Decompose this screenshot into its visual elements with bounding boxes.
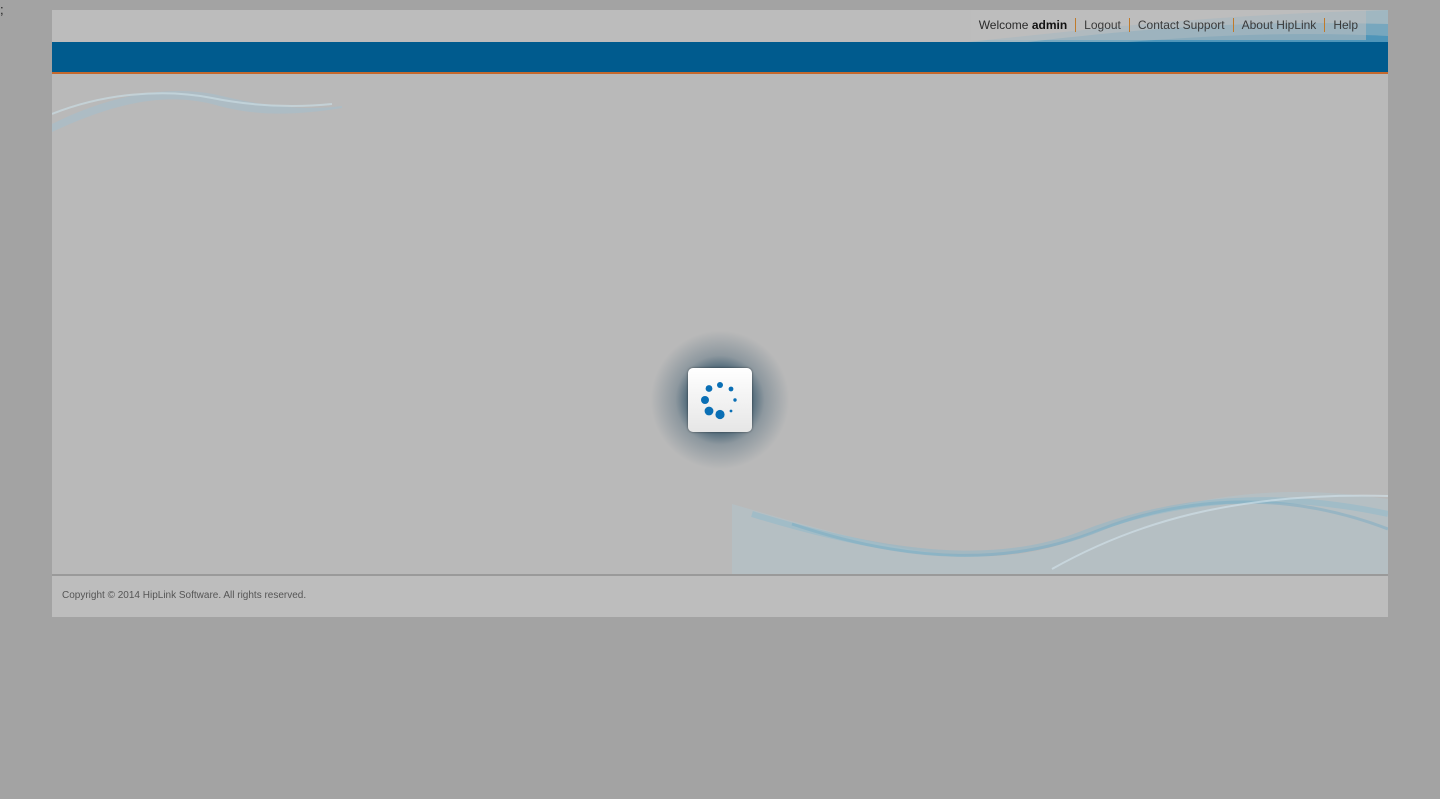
footer: Copyright © 2014 HipLink Software. All r… <box>52 576 1388 617</box>
copyright-text: Copyright © 2014 HipLink Software. All r… <box>62 590 307 601</box>
separator <box>1324 18 1326 32</box>
separator <box>1075 18 1077 32</box>
welcome-text: Welcome admin <box>979 18 1067 32</box>
welcome-label: Welcome <box>978 18 1029 32</box>
main-navigation-bar <box>52 42 1388 74</box>
about-hiplink-link[interactable]: About HipLink <box>1242 18 1317 32</box>
top-header: Welcome admin Logout Contact Support Abo… <box>52 10 1388 42</box>
user-menu: Welcome admin Logout Contact Support Abo… <box>970 10 1366 40</box>
background-wave-decoration <box>52 91 1388 574</box>
loading-indicator <box>688 368 752 432</box>
main-content-area <box>52 74 1388 574</box>
app-window: Welcome admin Logout Contact Support Abo… <box>52 10 1388 617</box>
stray-text: ; <box>0 2 4 17</box>
help-link[interactable]: Help <box>1333 18 1358 32</box>
loading-spinner-icon <box>701 382 737 420</box>
username: admin <box>1031 18 1068 32</box>
logout-link[interactable]: Logout <box>1084 18 1121 32</box>
contact-support-link[interactable]: Contact Support <box>1138 18 1225 32</box>
separator <box>1232 18 1234 32</box>
separator <box>1128 18 1130 32</box>
